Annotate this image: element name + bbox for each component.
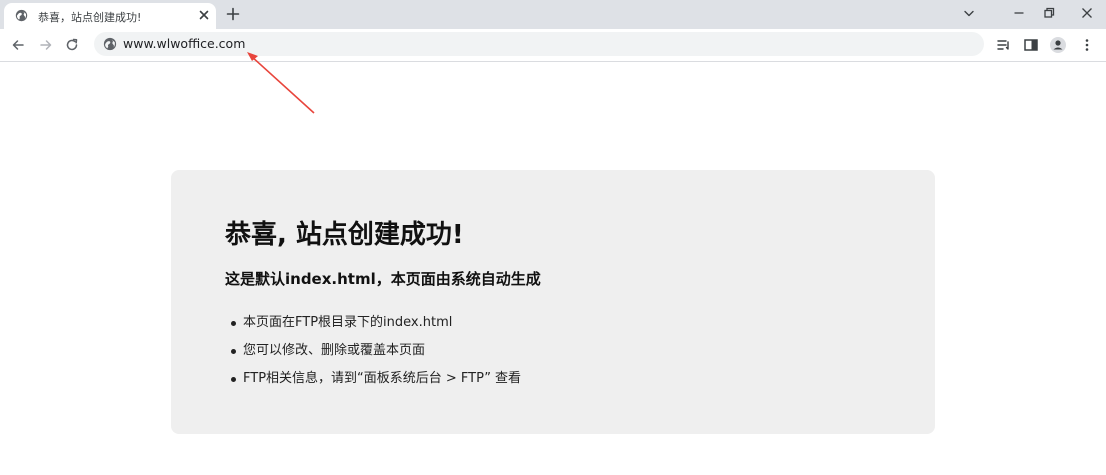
info-list: 本页面在FTP根目录下的index.html 您可以修改、删除或覆盖本页面 FT…: [225, 309, 521, 393]
list-item: 本页面在FTP根目录下的index.html: [225, 309, 521, 337]
bullet-icon: [231, 349, 236, 354]
globe-icon[interactable]: [103, 37, 117, 51]
side-panel-icon[interactable]: [1022, 36, 1040, 54]
page-content: 恭喜, 站点创建成功! 这是默认index.html，本页面由系统自动生成 本页…: [0, 62, 1106, 475]
tab-title: 恭喜，站点创建成功!: [38, 11, 142, 24]
tab-search-icon[interactable]: [960, 4, 978, 22]
browser-chrome: 恭喜，站点创建成功! www.wlwoffice.com: [0, 0, 1106, 62]
address-bar[interactable]: www.wlwoffice.com: [94, 32, 984, 56]
close-window-icon[interactable]: [1078, 4, 1096, 22]
list-item: FTP相关信息，请到“面板系统后台 > FTP” 查看: [225, 365, 521, 393]
page-subtitle: 这是默认index.html，本页面由系统自动生成: [225, 270, 541, 288]
close-icon[interactable]: [197, 8, 211, 22]
profile-icon[interactable]: [1049, 36, 1067, 54]
menu-icon[interactable]: [1078, 36, 1096, 54]
page-title: 恭喜, 站点创建成功!: [225, 220, 464, 250]
bullet-icon: [231, 377, 236, 382]
list-item: 您可以修改、删除或覆盖本页面: [225, 337, 521, 365]
forward-icon[interactable]: [38, 37, 54, 53]
restore-icon[interactable]: [1040, 4, 1058, 22]
toolbar: www.wlwoffice.com: [0, 29, 1106, 62]
browser-tab[interactable]: 恭喜，站点创建成功!: [4, 3, 216, 29]
welcome-card: 恭喜, 站点创建成功! 这是默认index.html，本页面由系统自动生成 本页…: [171, 170, 935, 434]
minimize-icon[interactable]: [1010, 4, 1028, 22]
url-text[interactable]: www.wlwoffice.com: [123, 36, 245, 51]
new-tab-button[interactable]: [224, 5, 242, 23]
bullet-icon: [231, 321, 236, 326]
tab-strip: 恭喜，站点创建成功!: [0, 0, 1106, 29]
reading-list-icon[interactable]: [995, 36, 1013, 54]
globe-icon: [15, 9, 28, 22]
back-icon[interactable]: [10, 37, 26, 53]
reload-icon[interactable]: [64, 37, 80, 53]
